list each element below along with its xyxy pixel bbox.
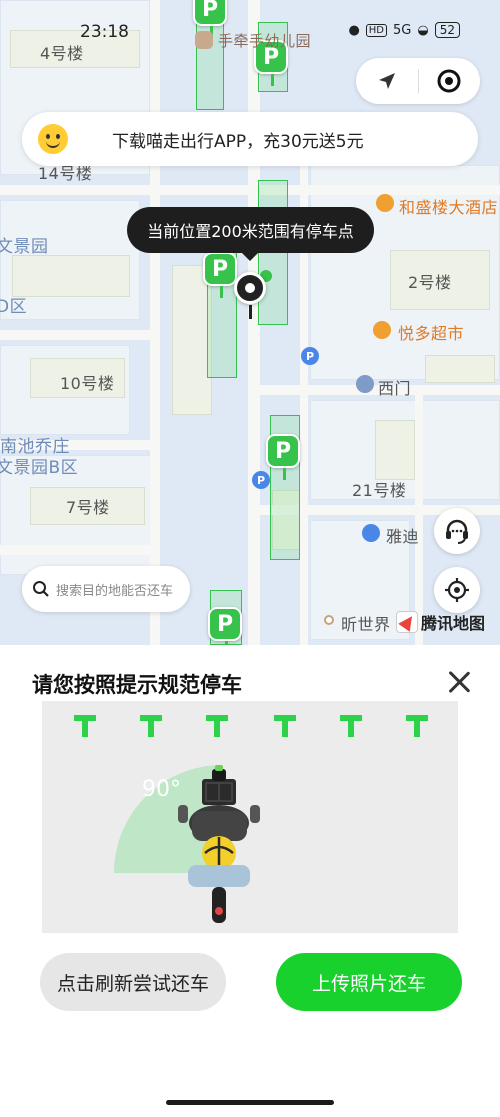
map-road: [0, 545, 160, 555]
parking-illustration: 90°: [42, 701, 458, 933]
map-building: [172, 265, 212, 415]
map-label-hotel: 和盛楼大酒店: [399, 198, 499, 217]
parking-poi-icon[interactable]: P: [252, 471, 270, 489]
headset-icon: [446, 519, 468, 544]
parking-guide-sheet: 请您按照提示规范停车 90° 点击刷新尝试还车 上传照片还车: [0, 645, 500, 1117]
parking-line-mark: [74, 715, 96, 737]
map-building: [425, 355, 495, 383]
parking-line-mark: [206, 715, 228, 737]
tencent-map-logo-icon: [396, 611, 418, 633]
map-label-supermarket: 悦多超市: [398, 324, 465, 343]
map-label-building-7: 7号楼: [66, 498, 110, 517]
status-bar: 23:18 ● HD 5G ◒ 52: [0, 18, 500, 46]
smiley-icon: [38, 124, 68, 154]
navigate-button[interactable]: [356, 58, 418, 104]
map-label-wenjingyuan: 文景园: [0, 237, 49, 257]
destination-search[interactable]: 搜索目的地能否还车: [22, 566, 190, 612]
battery-indicator: 52: [434, 22, 460, 38]
repair-icon[interactable]: [362, 524, 380, 542]
hd-badge: HD: [365, 23, 388, 37]
map-label-xinshijie: 昕世界: [341, 615, 391, 634]
home-indicator[interactable]: [166, 1100, 334, 1105]
customer-support-button[interactable]: [434, 508, 480, 554]
close-icon[interactable]: [444, 667, 474, 697]
tooltip-text: 当前位置200米范围有停车点: [147, 222, 354, 241]
status-time: 23:18: [80, 22, 129, 42]
map-label-building-21: 21号楼: [352, 481, 407, 500]
map-road: [415, 385, 423, 645]
parking-poi-icon[interactable]: P: [301, 347, 319, 365]
parking-pin-label: P: [216, 611, 234, 637]
map-view[interactable]: P P P P P P P 4号楼 14号楼 文景园 D区 10号楼 南池乔庄 …: [0, 0, 500, 645]
parking-line-mark: [340, 715, 362, 737]
target-icon: [437, 69, 461, 93]
parking-pin[interactable]: P: [203, 252, 237, 298]
map-label-building-2: 2号楼: [408, 273, 452, 292]
gate-icon[interactable]: [356, 375, 374, 393]
map-top-controls: [356, 58, 480, 104]
status-icons: ● HD 5G ◒ 52: [348, 22, 460, 38]
wifi-icon: ◒: [417, 22, 429, 38]
crosshair-icon: [445, 578, 469, 602]
promo-banner[interactable]: 下载喵走出行APP，充30元送5元: [22, 112, 478, 166]
parking-line-mark: [140, 715, 162, 737]
signal-label: 5G: [393, 22, 412, 38]
upload-photo-return-button[interactable]: 上传照片还车: [276, 953, 462, 1011]
promo-text: 下载喵走出行APP，充30元送5元: [112, 131, 364, 152]
map-label-west-gate: 西门: [378, 379, 412, 398]
map-road: [0, 330, 160, 340]
parking-pin-label: P: [211, 256, 229, 282]
supermarket-icon[interactable]: [373, 321, 391, 339]
parking-pin[interactable]: P: [266, 434, 300, 480]
map-label-building-10: 10号楼: [60, 374, 115, 393]
target-button[interactable]: [419, 58, 481, 104]
search-placeholder: 搜索目的地能否还车: [56, 583, 174, 599]
tencent-map-logo-text: 腾讯地图: [421, 614, 486, 633]
rider-on-bike-icon: [178, 765, 260, 923]
poi-small-dot: [324, 615, 334, 625]
tencent-map-logo: 腾讯地图: [396, 610, 485, 634]
search-icon: [33, 581, 49, 597]
map-label-yadi: 雅迪: [386, 527, 420, 546]
locate-me-button[interactable]: [434, 567, 480, 613]
map-building: [12, 255, 130, 297]
parking-line-mark: [274, 715, 296, 737]
map-building: [375, 420, 415, 480]
parking-line-mark: [406, 715, 428, 737]
current-location-pin: [234, 272, 266, 319]
hotel-icon[interactable]: [376, 194, 394, 212]
sheet-title: 请您按照提示规范停车: [32, 673, 242, 697]
location-status-icon: ●: [348, 22, 360, 38]
parking-pin-label: P: [274, 438, 292, 464]
parking-range-tooltip: 当前位置200米范围有停车点: [127, 207, 374, 261]
map-label-wenjingyuan-b: 文景园B区: [0, 458, 79, 478]
parking-pin[interactable]: P: [208, 607, 242, 645]
refresh-return-button[interactable]: 点击刷新尝试还车: [40, 953, 226, 1011]
map-label-d-district: D区: [0, 297, 28, 317]
navigation-arrow-icon: [378, 73, 395, 89]
